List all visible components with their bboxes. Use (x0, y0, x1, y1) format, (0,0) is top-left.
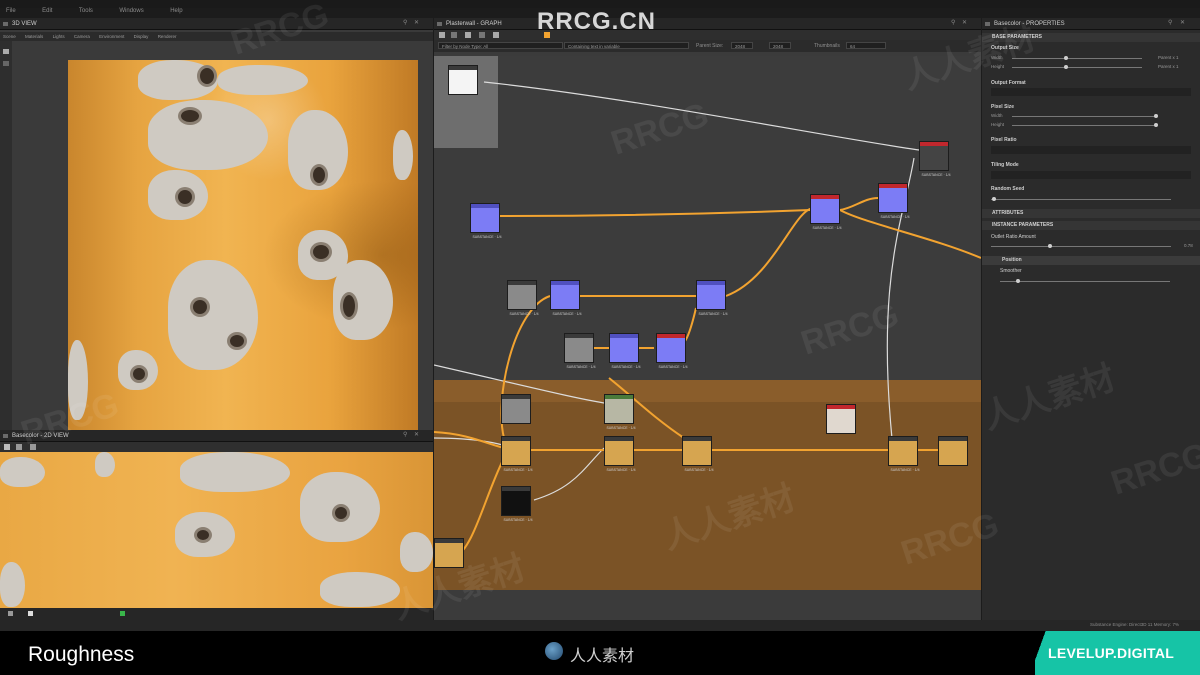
attributes-section[interactable]: ATTRIBUTES (982, 209, 1200, 218)
menu-renderer[interactable]: Renderer (158, 34, 177, 39)
site-logo-icon (545, 642, 563, 660)
menu-file[interactable]: File (6, 8, 16, 14)
graph-node-blend-2[interactable]: SUBSTANCE · 1/4 (550, 280, 582, 316)
pixel-width-knob[interactable] (1154, 114, 1158, 118)
graph-node-uniform[interactable] (826, 404, 856, 434)
graph-node-tan-4[interactable]: SUBSTANCE · 1/4 (888, 436, 920, 472)
2d-view-panel[interactable]: Basecolor - 2D VIEW ⚲ ✕ (0, 430, 433, 620)
smoother-knob[interactable] (1016, 279, 1020, 283)
height-slider-knob[interactable] (1064, 65, 1068, 69)
3d-material-preview[interactable] (68, 60, 418, 430)
graph-node-color[interactable] (501, 394, 531, 424)
graph-node-levels-2[interactable]: SUBSTANCE · 1/4 (656, 333, 688, 369)
caption-text: Roughness (28, 643, 135, 666)
status-icon (120, 611, 125, 616)
menu-bar: File Edit Tools Windows Help (0, 0, 1200, 14)
outlet-value: 0.78 (1184, 243, 1193, 248)
status-bar: Substance Engine: Direct3D 11 Memory: 7% (0, 620, 1200, 631)
menu-edit[interactable]: Edit (42, 8, 52, 14)
2d-texture-preview[interactable] (0, 452, 433, 610)
site-logo-text: 人人素材 (570, 648, 635, 665)
menu-tools[interactable]: Tools (79, 8, 93, 14)
menu-scene[interactable]: Scene (3, 34, 16, 39)
properties-panel: Basecolor - PROPERTIES ⚲ ✕ BASE PARAMETE… (982, 18, 1200, 620)
3d-view-title: 3D VIEW (12, 21, 37, 27)
graph-node-blend-4[interactable]: SUBSTANCE · 1/4 (609, 333, 641, 369)
camera-icon[interactable] (3, 49, 9, 54)
outlet-knob[interactable] (1048, 244, 1052, 248)
output-format-label: Output Format (991, 80, 1026, 86)
random-seed-knob[interactable] (992, 197, 996, 201)
menu-display[interactable]: Display (134, 34, 149, 39)
3d-view-panel[interactable]: 3D VIEW ⚲ ✕ Scene Materials Lights Camer… (0, 18, 433, 430)
2d-view-toolbar (0, 442, 433, 452)
brand-text: LEVELUP.DIGITAL (1048, 645, 1175, 661)
position-section[interactable]: Position (982, 256, 1200, 265)
2d-view-statusbar (0, 608, 433, 620)
panel-icon (3, 22, 8, 26)
width-slider-knob[interactable] (1064, 56, 1068, 60)
menu-help[interactable]: Help (170, 8, 182, 14)
pin-icon[interactable]: ⚲ (403, 20, 409, 27)
graph-node-tan-3[interactable]: SUBSTANCE · 1/4 (682, 436, 714, 472)
graph-node-levels[interactable]: SUBSTANCE · 1/4 (810, 194, 842, 230)
graph-node-noise[interactable]: SUBSTANCE · 1/4 (919, 141, 951, 177)
pixel-width-slider[interactable] (1012, 116, 1157, 117)
graph-node-basecolor-output[interactable] (938, 436, 968, 466)
rgb-icon[interactable] (8, 611, 13, 616)
close-icon[interactable]: ✕ (414, 432, 420, 439)
pixel-height-label: Height (991, 122, 1005, 127)
menu-environment[interactable]: Environment (99, 34, 124, 39)
random-seed-slider[interactable] (991, 199, 1171, 200)
channel-icon[interactable] (28, 611, 33, 616)
menu-windows[interactable]: Windows (119, 8, 143, 14)
height-slider[interactable] (1012, 67, 1142, 68)
close-icon[interactable]: ✕ (1180, 20, 1186, 27)
tiling-mode-dropdown[interactable] (991, 171, 1191, 179)
3d-view-toolbar (0, 41, 12, 430)
pixel-ratio-label: Pixel Ratio (991, 137, 1017, 143)
graph-node-mask[interactable]: SUBSTANCE · 1/4 (501, 486, 533, 522)
layers-icon[interactable] (16, 444, 22, 450)
pin-icon[interactable]: ⚲ (1168, 20, 1174, 27)
graph-node-grunge-2[interactable]: SUBSTANCE · 1/4 (564, 333, 596, 369)
menu-camera[interactable]: Camera (74, 34, 90, 39)
graph-node-tan-2[interactable]: SUBSTANCE · 1/4 (604, 436, 636, 472)
3d-view-menu: Scene Materials Lights Camera Environmen… (0, 32, 433, 41)
graph-node-output[interactable] (448, 65, 478, 95)
outlet-label: Outlet Ratio Amount (991, 234, 1036, 240)
graph-node-gradient[interactable]: SUBSTANCE · 1/4 (878, 183, 910, 219)
graph-node-blend-3[interactable]: SUBSTANCE · 1/4 (696, 280, 728, 316)
pixel-ratio-dropdown[interactable] (991, 146, 1191, 154)
save-icon[interactable] (4, 444, 10, 450)
random-seed-label: Random Seed (991, 186, 1025, 192)
graph-node-tan-1[interactable]: SUBSTANCE · 1/4 (501, 436, 533, 472)
watermark-top: RRCG.CN (537, 8, 656, 35)
menu-lights[interactable]: Lights (53, 34, 65, 39)
output-format-dropdown[interactable] (991, 88, 1191, 96)
pixel-width-label: Width (991, 113, 1003, 118)
outlet-slider[interactable] (991, 246, 1171, 247)
instance-parameters-section[interactable]: INSTANCE PARAMETERS (982, 221, 1200, 230)
smoother-slider[interactable] (1000, 281, 1170, 282)
status-text: Substance Engine: Direct3D 11 Memory: 7% (1090, 622, 1179, 627)
graph-node-grunge[interactable]: SUBSTANCE · 1/4 (507, 280, 539, 316)
pixel-height-slider[interactable] (1012, 125, 1157, 126)
menu-materials[interactable]: Materials (25, 34, 43, 39)
tiling-mode-label: Tiling Mode (991, 162, 1019, 168)
graph-node-blend[interactable]: SUBSTANCE · 1/4 (470, 203, 502, 239)
graph-node-texture[interactable]: SUBSTANCE · 1/4 (604, 394, 636, 430)
light-icon[interactable] (3, 61, 9, 66)
close-icon[interactable]: ✕ (414, 20, 420, 27)
width-value: Parent x 1 (1158, 55, 1179, 60)
panel-icon (3, 434, 8, 438)
pixel-height-knob[interactable] (1154, 123, 1158, 127)
pin-icon[interactable]: ⚲ (403, 432, 409, 439)
3d-view-titlebar: 3D VIEW ⚲ ✕ (0, 18, 433, 30)
height-value: Parent x 1 (1158, 64, 1179, 69)
smoother-label: Smoother (1000, 268, 1022, 274)
pixel-size-label: Pixel Size (991, 104, 1015, 110)
